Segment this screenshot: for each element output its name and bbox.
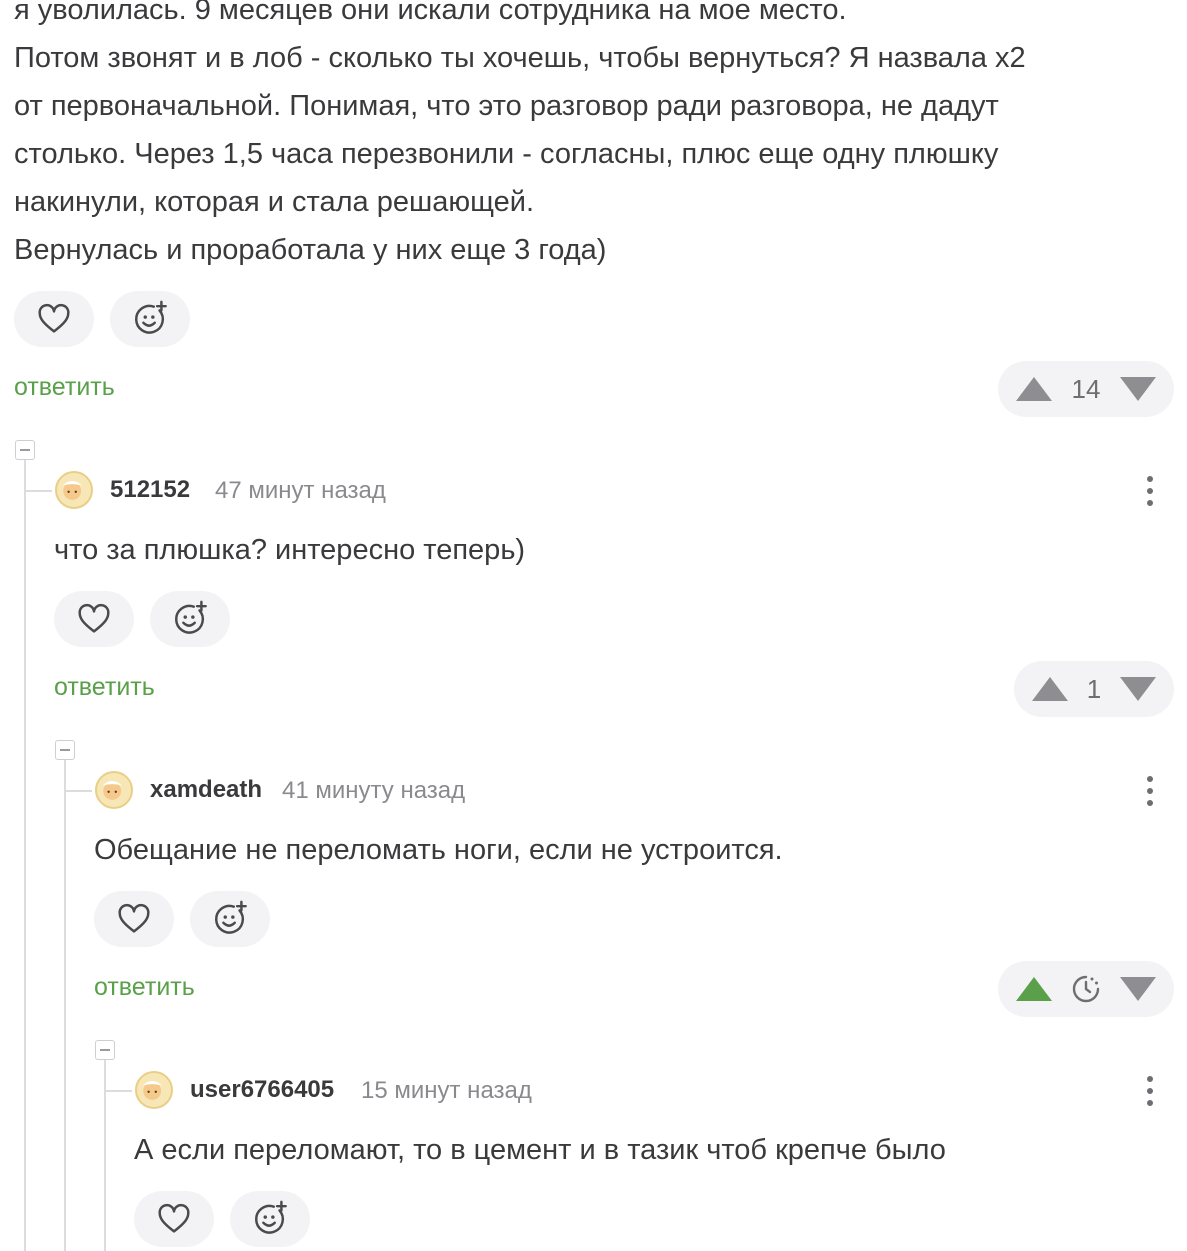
smile-plus-icon [175,600,207,634]
comment-text: А если переломают, то в цемент и в тазик… [134,1134,946,1166]
heart-icon [78,603,110,633]
upvote-button[interactable] [1016,377,1052,401]
collapse-thread-button[interactable] [15,440,35,460]
clock-pending-icon [1072,975,1100,1003]
comment-text-line: накинули, которая и стала решающей. [14,186,535,218]
upvote-button-active[interactable] [1016,977,1052,1001]
comment-text-line: Вернулась и проработала у них еще 3 года… [14,234,607,266]
like-button[interactable] [94,891,174,947]
rating-control [998,961,1174,1017]
heart-icon [118,903,150,933]
comment-time[interactable]: 15 минут назад [361,1077,532,1105]
thread-line[interactable] [64,760,66,1251]
add-reaction-button[interactable] [190,891,270,947]
heart-icon [38,303,70,333]
avatar[interactable] [135,1071,173,1109]
smile-plus-icon [135,300,167,334]
username[interactable]: 512152 [110,476,190,504]
downvote-button[interactable] [1120,977,1156,1001]
add-reaction-button[interactable] [230,1191,310,1247]
thread-line[interactable] [104,1060,106,1251]
rating-control: 1 [1014,661,1174,717]
upvote-button[interactable] [1032,677,1068,701]
comment-text: что за плюшка? интересно теперь) [54,534,526,566]
thread-connector [64,790,92,792]
rating-control: 14 [998,361,1174,417]
downvote-button[interactable] [1120,677,1156,701]
reply-button[interactable]: ответить [54,673,155,702]
avatar-image [62,481,83,500]
comment-text: Обещание не переломать ноги, если не уст… [94,834,783,866]
like-button[interactable] [134,1191,214,1247]
smile-plus-icon [255,1200,287,1234]
collapse-thread-button[interactable] [55,740,75,760]
reply-button[interactable]: ответить [14,373,115,402]
avatar[interactable] [55,471,93,509]
reply-button[interactable]: ответить [94,973,195,1002]
username[interactable]: xamdeath [150,776,262,804]
rating-value: 1 [1086,673,1102,704]
thread-connector [104,1090,132,1092]
avatar-image [142,1081,163,1100]
collapse-thread-button[interactable] [95,1040,115,1060]
like-button[interactable] [54,591,134,647]
heart-icon [158,1203,190,1233]
comment-text-line: столько. Через 1,5 часа перезвонили - со… [14,138,999,170]
more-menu-button[interactable] [1145,476,1155,512]
thread-connector [24,490,52,492]
like-button[interactable] [14,291,94,347]
comment-text-line: от первоначальной. Понимая, что это разг… [14,90,999,122]
add-reaction-button[interactable] [110,291,190,347]
comment-text-line: Потом звонят и в лоб - сколько ты хочешь… [14,42,1026,74]
add-reaction-button[interactable] [150,591,230,647]
rating-value: 14 [1071,373,1101,404]
comment-time[interactable]: 47 минут назад [215,477,386,505]
thread-line[interactable] [24,460,26,1251]
more-menu-button[interactable] [1145,1076,1155,1112]
avatar[interactable] [95,771,133,809]
comment-text-line: я уволилась. 9 месяцев они искали сотруд… [14,0,847,26]
more-menu-button[interactable] [1145,776,1155,812]
avatar-image [102,781,123,800]
downvote-button[interactable] [1119,377,1156,401]
username[interactable]: user6766405 [190,1076,334,1104]
smile-plus-icon [215,900,247,934]
comment-time[interactable]: 41 минуту назад [282,777,465,805]
